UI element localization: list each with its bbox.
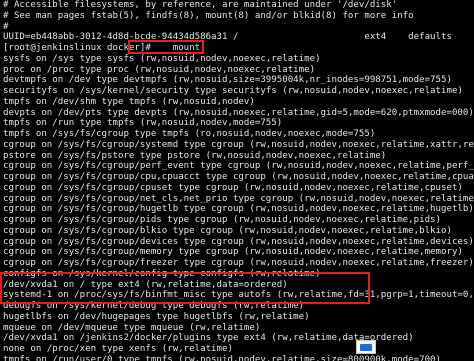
terminal-line: # [3,21,9,32]
terminal-line: tmpfs on /run type tmpfs (rw,nosuid,node… [3,118,283,129]
terminal-line: tmpfs on /dev/shm type tmpfs (rw,nosuid,… [3,96,255,107]
terminal-line: /dev/xvda1 on / type ext4 (rw,relatime,d… [3,279,288,290]
terminal-line: [root@jenkinslinux docker]# mount [3,43,201,53]
terminal-line: cgroup on /sys/fs/cgroup/blkio type cgro… [3,225,452,236]
terminal-line: none on /proc/xen type xenfs (rw,relatim… [3,344,233,354]
terminal-output: # Accessible filesystems, by reference, … [3,0,474,361]
terminal-line: cgroup on /sys/fs/cgroup/systemd type cg… [3,139,474,150]
terminal-line: cgroup on /sys/fs/cgroup/devices type cg… [3,236,474,247]
terminal-line: # Accessible filesystems, by reference, … [3,0,398,10]
terminal-line: devtmpfs on /dev type devtmpfs (rw,nosui… [3,75,452,86]
terminal-line: tmpfs on /run/user/0 type tmpfs (rw,nosu… [3,354,441,361]
terminal-line: hugetlbfs on /dev/hugepages type hugetlb… [3,311,310,322]
terminal-line: mqueue on /dev/mqueue type mqueue (rw,re… [3,322,261,333]
terminal-line: configfs on /sys/kernel/config type conf… [3,268,321,279]
terminal-line: UUID=eb448abb-3012-4d8d-bcde-94434d586a3… [3,32,474,43]
terminal-line: # See man pages fstab(5), findfs(8), mou… [3,10,414,21]
terminal-line: tmpfs on /sys/fs/cgroup type tmpfs (ro,n… [3,129,376,139]
terminal-line: cgroup on /sys/fs/cgroup/freezer type cg… [3,258,474,268]
terminal-line: cgroup on /sys/fs/cgroup/perf_event type… [3,161,474,172]
terminal-window[interactable]: # Accessible filesystems, by reference, … [0,0,474,361]
terminal-line: pstore on /sys/fs/pstore type pstore (rw… [3,150,387,161]
terminal-line: cgroup on /sys/fs/cgroup/hugetlb type cg… [3,204,474,215]
terminal-line: cgroup on /sys/fs/cgroup/net_cls,net_pri… [3,193,474,204]
terminal-line: debugfs on /sys/kernel/debug type debugf… [3,301,305,311]
badge-mark [360,343,372,351]
terminal-line: proc on /proc type proc (rw,nosuid,nodev… [3,64,316,75]
terminal-line: cgroup on /sys/fs/cgroup/pids type cgrou… [3,215,441,225]
terminal-line: sysfs on /sys type sysfs (rw,nosuid,node… [3,53,321,64]
terminal-line: cgroup on /sys/fs/cgroup/cpuset type cgr… [3,182,463,193]
terminal-line: securityfs on /sys/kernel/security type … [3,86,463,96]
terminal-line: devpts on /dev/pts type devpts (rw,nosui… [3,107,474,118]
terminal-line: systemd-1 on /proc/sys/fs/binfmt_misc ty… [3,290,474,301]
terminal-line: cgroup on /sys/fs/cgroup/cpu,cpuacct typ… [3,172,474,182]
terminal-line: /dev/xvda1 on /jenkins2/docker/plugins t… [3,333,414,344]
terminal-line: cgroup on /sys/fs/cgroup/memory type cgr… [3,247,463,258]
watermark-badge-icon [356,340,376,354]
